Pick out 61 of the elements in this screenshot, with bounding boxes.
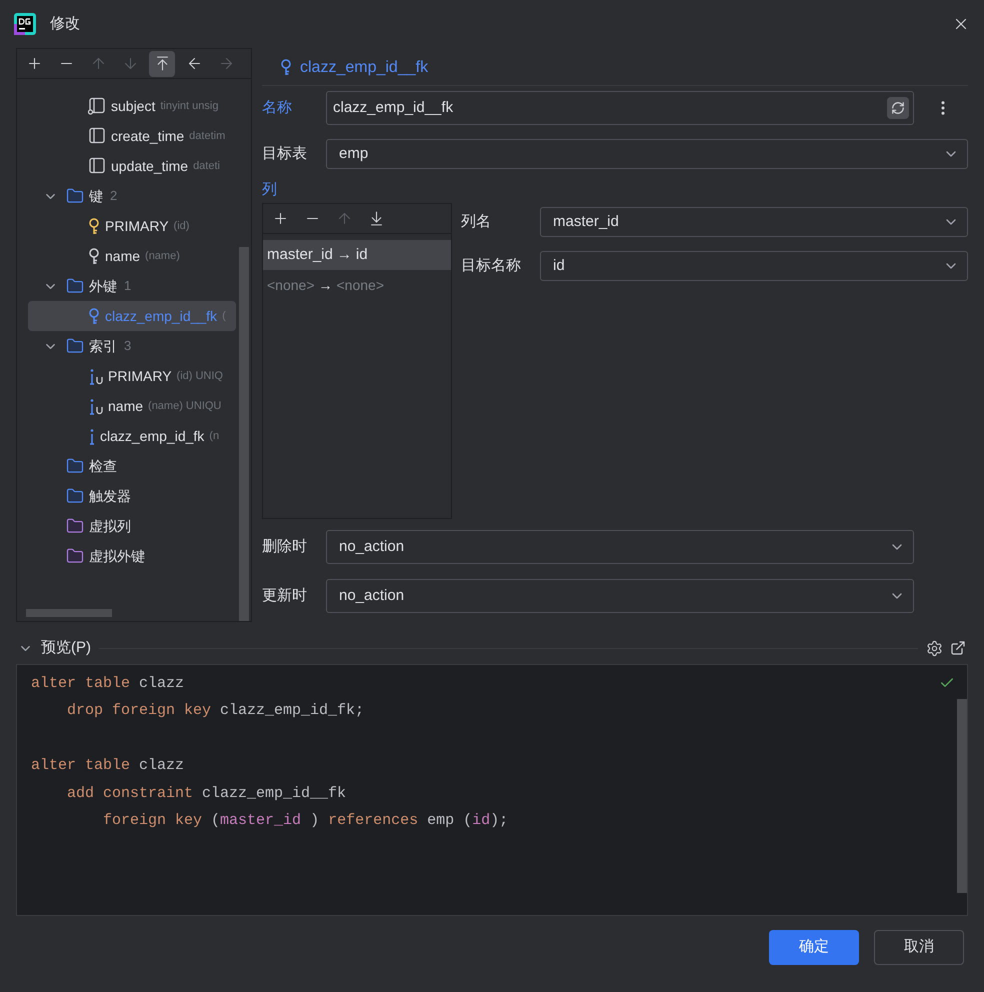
- tree-item[interactable]: name (name): [88, 241, 188, 271]
- open-external-icon[interactable]: [950, 640, 966, 656]
- tree-item[interactable]: name (name) UNIQU: [88, 391, 230, 421]
- scrollbar[interactable]: [26, 609, 112, 617]
- mapping-item[interactable]: master_id → id: [263, 240, 451, 270]
- field-label: 目标表: [262, 144, 308, 164]
- settings-icon[interactable]: [926, 640, 943, 656]
- folder-icon: [66, 547, 84, 565]
- code-line: alter table clazz: [31, 674, 184, 694]
- folder-icon: [66, 337, 84, 355]
- field-label: 列名: [461, 212, 492, 232]
- tree-item[interactable]: update_time dateti: [88, 151, 228, 181]
- cancel-button[interactable]: 取消: [874, 930, 964, 965]
- key-icon: [88, 248, 100, 264]
- tree-item[interactable]: 外键 1: [66, 271, 140, 301]
- tree-item[interactable]: 触发器: [66, 481, 139, 511]
- ok-button[interactable]: 确定: [769, 930, 859, 965]
- key-icon: [280, 59, 292, 76]
- tree-item[interactable]: 检查: [66, 451, 125, 481]
- scrollbar[interactable]: [239, 247, 249, 621]
- index-icon: [88, 428, 95, 444]
- window-title: 修改: [50, 14, 80, 34]
- tree-item[interactable]: subject tinyint unsig: [88, 91, 226, 121]
- app-logo-icon: [14, 13, 36, 35]
- field-label: 目标名称: [461, 256, 522, 276]
- folder-icon: [66, 517, 84, 535]
- key-icon: [88, 308, 100, 324]
- tree-item[interactable]: 虚拟列: [66, 511, 139, 541]
- section-label: 列: [262, 180, 278, 200]
- tree-item[interactable]: 键 2: [66, 181, 126, 211]
- field-label: 删除时: [262, 536, 308, 557]
- tree-item[interactable]: 虚拟外键: [66, 541, 153, 571]
- tree-item[interactable]: PRIMARY (id) UNIQ: [88, 361, 231, 391]
- code-line: add constraint clazz_emp_id__fk: [66, 784, 346, 804]
- tree-item[interactable]: 索引 3: [66, 331, 140, 361]
- folder-icon: [66, 187, 84, 205]
- key-title: clazz_emp_id__fk: [300, 58, 428, 78]
- scrollbar[interactable]: [957, 699, 967, 893]
- field-label: 名称: [262, 98, 293, 118]
- mapping-item[interactable]: <none> → <none>: [263, 270, 451, 300]
- key-icon: [88, 218, 100, 234]
- index-icon: [88, 368, 103, 384]
- move-to-top-icon[interactable]: [149, 50, 175, 76]
- field-label: 更新时: [262, 586, 308, 606]
- code-line: alter table clazz: [31, 756, 184, 776]
- target-name-dropdown[interactable]: id: [540, 251, 968, 281]
- code-line: drop foreign key clazz_emp_id_fk;: [66, 701, 364, 721]
- on-update-dropdown[interactable]: no_action: [326, 579, 914, 613]
- name-field[interactable]: clazz_emp_id__fk: [326, 91, 914, 125]
- on-delete-dropdown[interactable]: no_action: [326, 530, 914, 564]
- tree-item[interactable]: PRIMARY (id): [88, 211, 198, 241]
- column-name-dropdown[interactable]: master_id: [540, 207, 968, 237]
- index-icon: [88, 398, 103, 414]
- code-line: foreign key (master_id ) references emp (id);: [102, 811, 508, 831]
- folder-icon: [66, 457, 84, 475]
- section-title[interactable]: 预览(P): [41, 636, 91, 660]
- tree-item[interactable]: create_time datetim: [88, 121, 234, 151]
- tree-item[interactable]: clazz_emp_id_fk (n: [88, 421, 228, 451]
- folder-icon: [66, 487, 84, 505]
- folder-icon: [66, 277, 84, 295]
- target-table-dropdown[interactable]: emp: [326, 139, 968, 169]
